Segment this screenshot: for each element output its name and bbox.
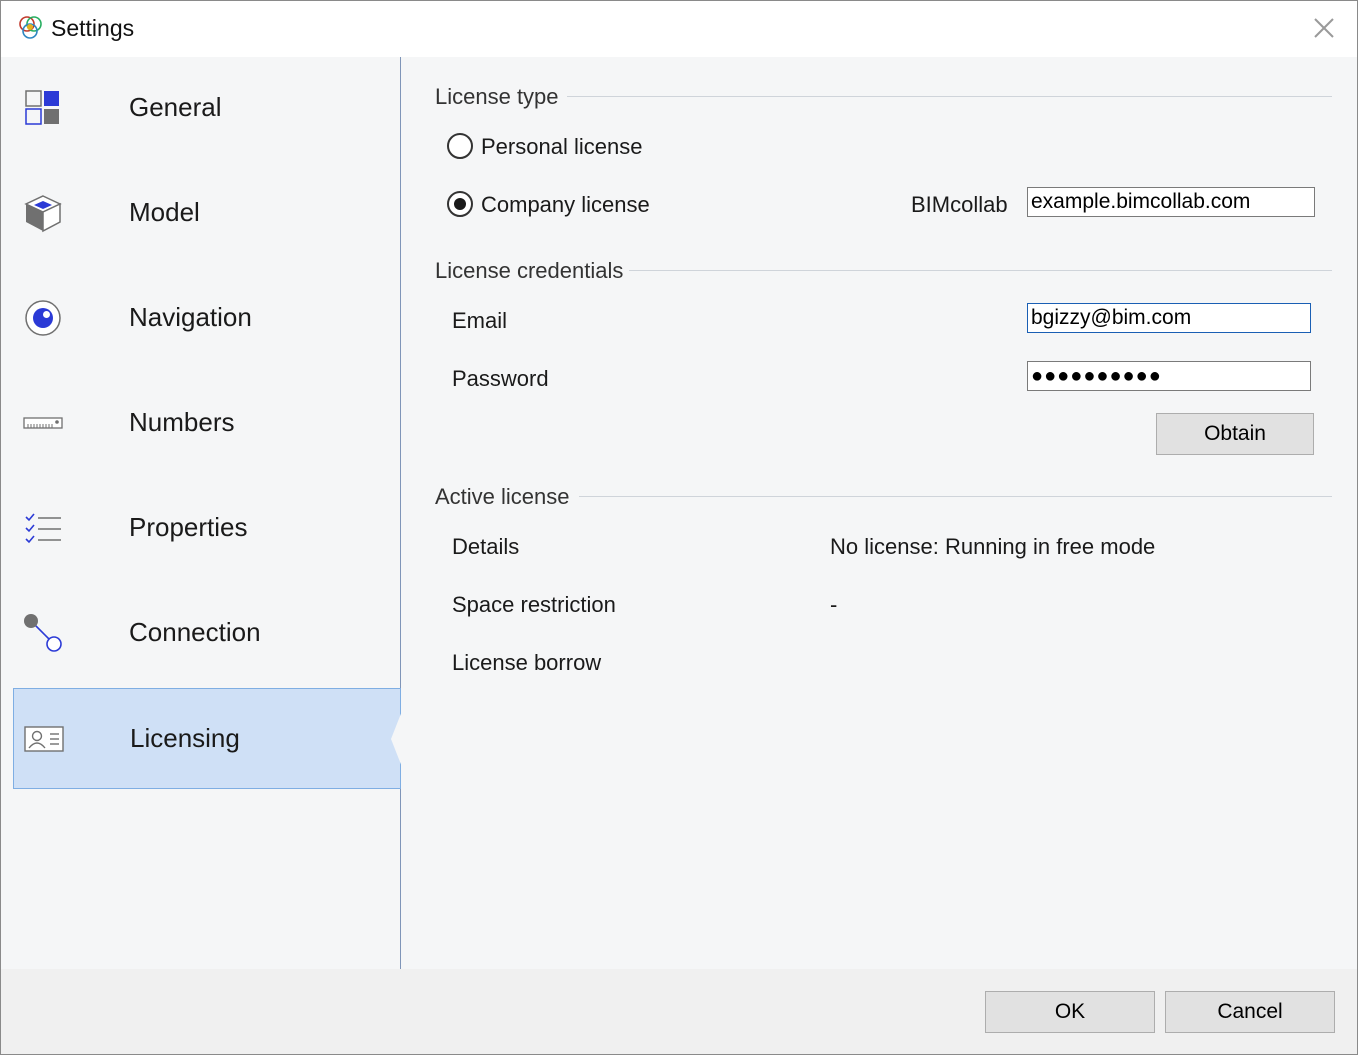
space-restriction-value: -: [830, 592, 838, 617]
ruler-icon: [23, 417, 63, 429]
sidebar-item-label: Connection: [129, 617, 261, 647]
sidebar-item-model[interactable]: Model: [13, 163, 401, 263]
title-bar: Settings: [1, 1, 1357, 57]
sidebar-item-label: Properties: [129, 512, 248, 542]
eye-target-icon: [25, 300, 61, 336]
ok-button[interactable]: OK: [985, 991, 1155, 1033]
active-license-heading: Active license: [435, 484, 570, 509]
cube-icon: [24, 195, 62, 233]
connection-nodes-icon: [24, 614, 62, 652]
sidebar-item-label: Licensing: [130, 723, 240, 753]
license-credentials-heading: License credentials: [435, 258, 624, 283]
settings-window: Settings General Model Navigation Number…: [0, 0, 1358, 1055]
dialog-footer: OK Cancel: [1, 969, 1357, 1054]
sidebar-item-label: Navigation: [129, 302, 252, 332]
section-divider: [579, 496, 1332, 497]
personal-license-radio[interactable]: [447, 133, 473, 159]
sidebar-item-label: Numbers: [129, 407, 235, 437]
sidebar-item-label: Model: [129, 197, 200, 227]
bimcollab-server-label: BIMcollab: [911, 192, 1008, 217]
selection-pointer: [391, 711, 402, 767]
details-label: Details: [452, 534, 520, 559]
sidebar-item-connection[interactable]: Connection: [13, 583, 401, 683]
sidebar-item-properties[interactable]: Properties: [13, 478, 401, 578]
email-label: Email: [452, 308, 508, 333]
personal-license-label[interactable]: Personal license: [481, 134, 642, 160]
sidebar-item-numbers[interactable]: Numbers: [13, 373, 401, 473]
sidebar-item-licensing[interactable]: Licensing: [13, 688, 402, 789]
password-label: Password: [452, 366, 549, 391]
obtain-button[interactable]: Obtain: [1156, 413, 1314, 455]
window-title: Settings: [51, 15, 135, 41]
section-divider: [629, 270, 1332, 271]
password-field[interactable]: ●●●●●●●●●●: [1027, 361, 1311, 391]
details-value: No license: Running in free mode: [830, 534, 1156, 559]
sidebar-item-label: General: [129, 92, 222, 122]
license-borrow-label: License borrow: [452, 650, 602, 675]
section-divider: [567, 96, 1332, 97]
space-restriction-label: Space restriction: [452, 592, 616, 617]
company-license-label[interactable]: Company license: [481, 192, 650, 218]
id-card-icon: [24, 726, 64, 752]
close-icon[interactable]: [1309, 13, 1339, 43]
grid-tiles-icon: [25, 90, 59, 125]
settings-sidebar: General Model Navigation Numbers Propert…: [1, 57, 402, 969]
licensing-panel: License type Personal license Company li…: [402, 57, 1357, 969]
cancel-button[interactable]: Cancel: [1165, 991, 1335, 1033]
sidebar-item-navigation[interactable]: Navigation: [13, 268, 401, 368]
email-field[interactable]: [1027, 303, 1311, 333]
license-type-heading: License type: [435, 84, 559, 109]
checklist-icon: [25, 513, 61, 544]
bimcollab-server-input[interactable]: [1027, 187, 1315, 217]
sidebar-item-general[interactable]: General: [13, 58, 401, 158]
company-license-radio[interactable]: [447, 191, 473, 217]
app-logo-icon: [19, 16, 42, 39]
